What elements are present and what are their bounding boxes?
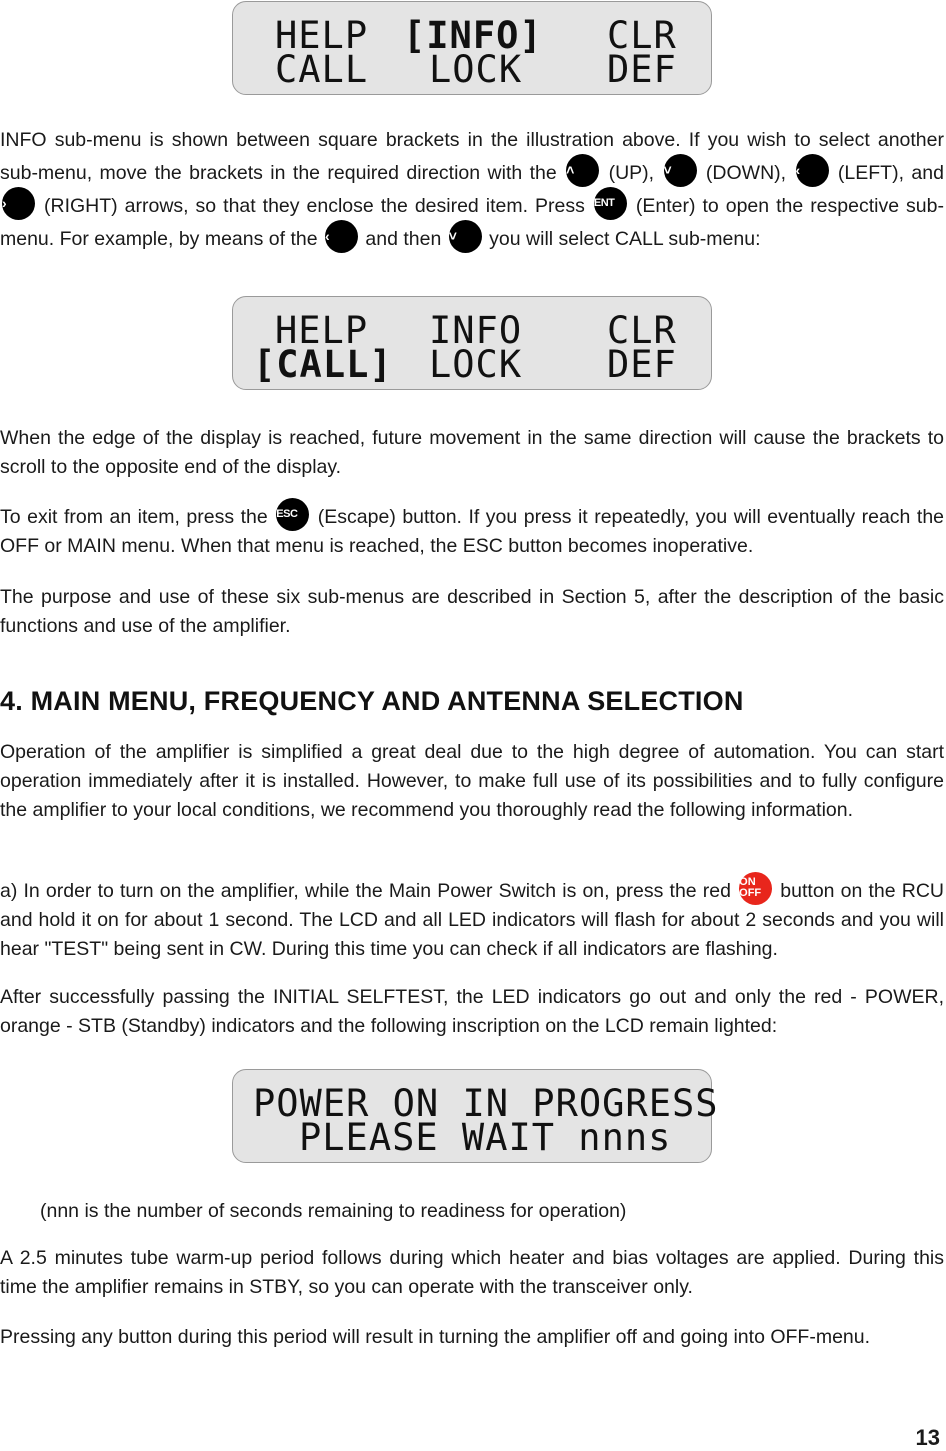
page-number: 13 [915,1425,940,1450]
enter-key-icon: ENT [593,187,627,221]
section-heading: 4. MAIN MENU, FREQUENCY AND ANTENNA SELE… [0,686,744,716]
off-label: OFF [739,887,762,900]
paragraph-submenu-purpose: The purpose and use of these six sub-men… [0,586,944,637]
paragraph-nnn-note: (nnn is the number of seconds remaining … [40,1200,627,1222]
text: (LEFT), and [837,162,944,184]
lcd-display-call-selected: HELP INFO CLR [CALL] LOCK DEF [232,296,712,390]
down-arrow-key-icon: ˅ [448,220,482,254]
text: (DOWN), [705,162,787,184]
paragraph-press-any-button: Pressing any button during this period w… [0,1326,871,1348]
text: (UP), [608,162,655,184]
on-off-button-icon: ON OFF [739,872,773,906]
text: (RIGHT) arrows, so that they enclose the… [44,195,585,217]
escape-key-icon: ESC [276,498,310,532]
paragraph-selftest: After successfully passing the INITIAL S… [0,986,944,1037]
lcd-item-def: DEF [607,48,677,91]
paragraph-operation-intro: Operation of the amplifier is simplified… [0,741,944,821]
text: To exit from an item, press the [0,506,268,528]
lcd-item-lock: LOCK [429,343,523,386]
down-arrow-key-icon: ˅ [663,154,697,188]
lcd-item-call-selected: [CALL] [253,343,393,386]
left-arrow-key-icon: ‹ [325,220,358,254]
paragraph-warmup: A 2.5 minutes tube warm-up period follow… [0,1247,944,1298]
text: you will select CALL sub-menu: [489,228,761,250]
left-arrow-key-icon: ‹ [795,154,829,188]
text: and then [365,228,442,250]
lcd-item-def: DEF [607,343,677,386]
text: a) In order to turn on the amplifier, wh… [0,880,731,902]
right-arrow-key-icon: › [2,187,35,221]
paragraph-submenu-navigation: INFO sub-menu is shown between square br… [0,124,944,256]
paragraph-escape: To exit from an item, press the ESC (Esc… [0,498,944,561]
up-arrow-key-icon: ˄ [566,154,600,188]
lcd-display-power-on: POWER ON IN PROGRESS PLEASE WAIT nnns [232,1069,718,1163]
paragraph-turn-on: a) In order to turn on the amplifier, wh… [0,872,944,964]
paragraph-edge-scroll: When the edge of the display is reached,… [0,427,944,478]
lcd-item-call: CALL [275,48,369,91]
lcd-item-lock: LOCK [429,48,523,91]
lcd-display-info-selected: HELP [INFO] CLR CALL LOCK DEF [232,1,712,95]
lcd-line-2: PLEASE WAIT nnns [299,1116,672,1159]
